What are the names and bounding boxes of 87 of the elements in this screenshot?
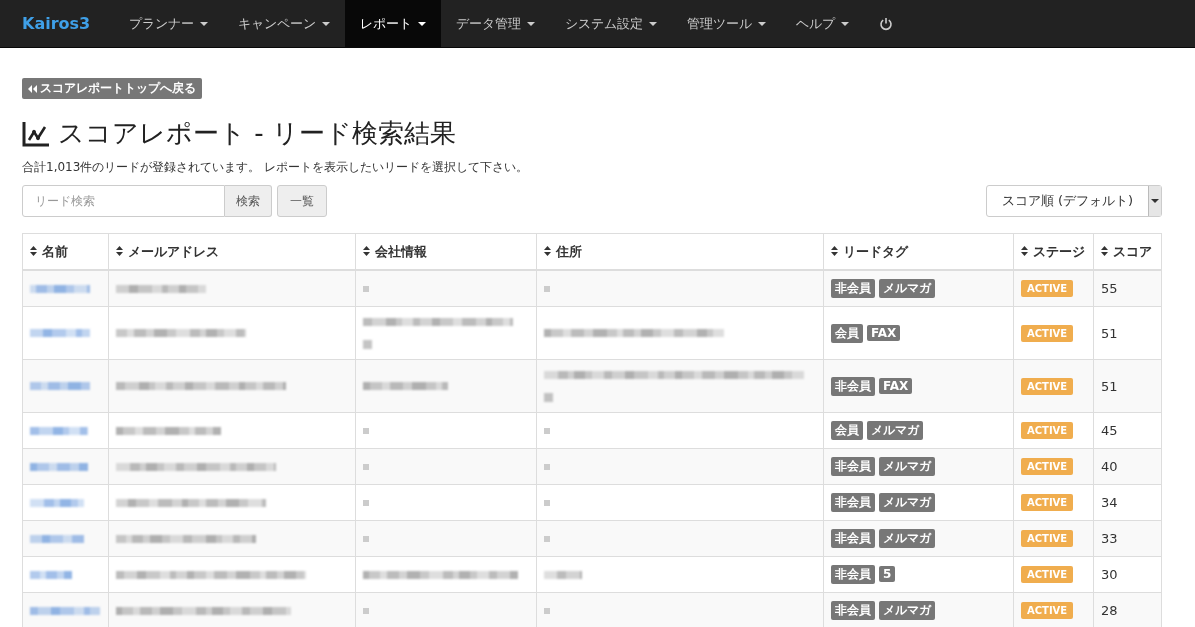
sort-icon bbox=[831, 245, 838, 256]
blurred-link[interactable] bbox=[30, 380, 90, 392]
blurred-link[interactable] bbox=[30, 327, 90, 339]
tag-label: 非会員 bbox=[831, 457, 875, 476]
sort-icon bbox=[1021, 245, 1028, 256]
sort-icon bbox=[544, 245, 551, 256]
blurred-link[interactable] bbox=[30, 568, 72, 581]
nav-menu-item[interactable]: ヘルプ bbox=[781, 0, 865, 47]
tag-label: 非会員 bbox=[831, 376, 875, 396]
nav-menu-item[interactable]: 管理ツール bbox=[672, 0, 782, 47]
blurred-dash bbox=[363, 607, 369, 614]
blurred-dash bbox=[544, 535, 550, 542]
caret-icon bbox=[200, 21, 209, 26]
blurred-text bbox=[544, 568, 582, 581]
stage-badge: ACTIVE bbox=[1021, 280, 1074, 297]
blurred-dash bbox=[544, 285, 550, 292]
blurred-dash bbox=[544, 427, 550, 434]
caret-icon bbox=[649, 21, 658, 26]
tag-label: FAX bbox=[867, 324, 901, 341]
blurred-dash bbox=[544, 607, 550, 614]
tag-label: メルマガ bbox=[879, 279, 935, 298]
stage-badge: ACTIVE bbox=[1021, 422, 1074, 439]
list-button[interactable]: 一覧 bbox=[277, 185, 327, 217]
tag-label: FAX bbox=[879, 377, 913, 394]
summary-text: 合計1,013件のリードが登録されています。 レポートを表示したいリードを選択して下さい。 bbox=[22, 159, 530, 176]
tag-label: 非会員 bbox=[831, 565, 875, 584]
score-cell: 40 bbox=[1093, 448, 1162, 485]
nav-menu-item[interactable]: データ管理 bbox=[441, 0, 551, 47]
blurred-dash bbox=[544, 463, 550, 470]
page-title: スコアレポート - リード検索結果 bbox=[58, 117, 456, 150]
stage-badge: ACTIVE bbox=[1021, 324, 1074, 342]
tag-label: 非会員 bbox=[831, 279, 875, 298]
blurred-link[interactable] bbox=[30, 424, 88, 437]
stage-badge: ACTIVE bbox=[1021, 377, 1074, 395]
stage-badge: ACTIVE bbox=[1021, 602, 1074, 619]
blurred-link[interactable] bbox=[30, 496, 84, 509]
line-chart-icon bbox=[22, 120, 50, 147]
nav-menu-item[interactable]: レポート bbox=[345, 0, 442, 47]
sort-icon bbox=[1101, 245, 1108, 256]
search-button[interactable]: 検索 bbox=[225, 185, 272, 217]
blurred-link[interactable] bbox=[30, 460, 88, 473]
blurred-link[interactable] bbox=[30, 604, 100, 617]
caret-icon bbox=[322, 21, 331, 26]
power-icon bbox=[879, 16, 894, 31]
caret-icon bbox=[1151, 199, 1159, 203]
back-button[interactable]: スコアレポートトップへ戻る bbox=[22, 78, 202, 99]
sort-icon bbox=[363, 245, 370, 256]
sort-icon bbox=[30, 245, 37, 256]
stage-badge: ACTIVE bbox=[1021, 566, 1074, 583]
caret-icon bbox=[418, 21, 427, 26]
score-cell: 33 bbox=[1093, 520, 1162, 557]
sort-icon bbox=[116, 245, 123, 256]
score-cell: 55 bbox=[1093, 270, 1162, 307]
tag-label: メルマガ bbox=[879, 493, 935, 512]
tag-label: 会員 bbox=[831, 421, 863, 440]
tag-label: 非会員 bbox=[831, 529, 875, 548]
stage-badge: ACTIVE bbox=[1021, 494, 1074, 511]
nav-menu-item[interactable]: キャンペーン bbox=[223, 0, 346, 47]
blurred-dash bbox=[363, 427, 369, 434]
blurred-dash bbox=[363, 285, 369, 292]
tag-label: 非会員 bbox=[831, 601, 875, 620]
tag-label: メルマガ bbox=[879, 601, 935, 620]
tag-label: メルマガ bbox=[879, 529, 935, 548]
tag-label: メルマガ bbox=[867, 421, 923, 440]
stage-badge: ACTIVE bbox=[1021, 530, 1074, 547]
search-field[interactable]: リード検索 bbox=[22, 185, 225, 217]
tag-label: メルマガ bbox=[879, 457, 935, 476]
tag-label: 5 bbox=[879, 566, 896, 582]
caret-icon bbox=[758, 21, 767, 26]
blurred-link[interactable] bbox=[30, 532, 84, 545]
blurred-dash bbox=[363, 499, 369, 506]
score-cell: 28 bbox=[1093, 592, 1162, 627]
blurred-dash bbox=[363, 463, 369, 470]
tag-label: 非会員 bbox=[831, 493, 875, 512]
nav-menu-item[interactable]: プランナー bbox=[114, 0, 224, 47]
sort-dropdown[interactable]: スコア順 (デフォルト) bbox=[986, 185, 1162, 217]
tag-label: 会員 bbox=[831, 323, 863, 343]
score-cell: 51 bbox=[1093, 359, 1162, 413]
caret-icon bbox=[527, 21, 536, 26]
nav-menu-item[interactable]: システム設定 bbox=[550, 0, 673, 47]
double-left-arrow-icon bbox=[28, 84, 37, 93]
blurred-link[interactable] bbox=[30, 282, 90, 295]
brand-logo[interactable]: Kairos3 bbox=[22, 0, 91, 47]
blurred-dash bbox=[544, 499, 550, 506]
caret-icon bbox=[841, 21, 850, 26]
stage-badge: ACTIVE bbox=[1021, 458, 1074, 475]
blurred-dash bbox=[363, 535, 369, 542]
